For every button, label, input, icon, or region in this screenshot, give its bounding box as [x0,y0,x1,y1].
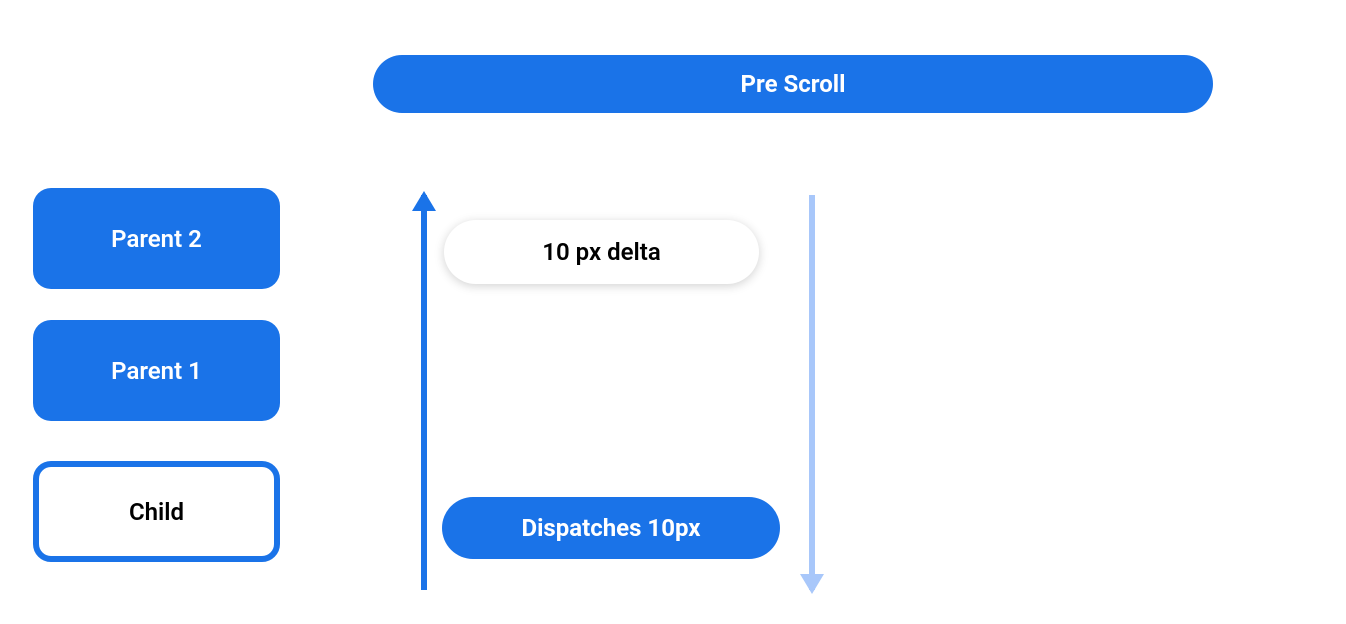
block-parent-2-label: Parent 2 [111,225,202,253]
arrow-down-icon [809,195,815,590]
block-parent-2: Parent 2 [33,188,280,289]
arrow-up-icon [421,195,427,590]
title-text: Pre Scroll [741,70,846,98]
dispatch-pill: Dispatches 10px [442,497,780,559]
block-parent-1-label: Parent 1 [111,357,202,385]
delta-pill: 10 px delta [444,220,759,284]
delta-text: 10 px delta [542,238,660,266]
block-child-label: Child [129,498,184,526]
dispatch-text: Dispatches 10px [521,514,700,542]
title-pill: Pre Scroll [373,55,1213,113]
block-parent-1: Parent 1 [33,320,280,421]
block-child: Child [33,461,280,562]
